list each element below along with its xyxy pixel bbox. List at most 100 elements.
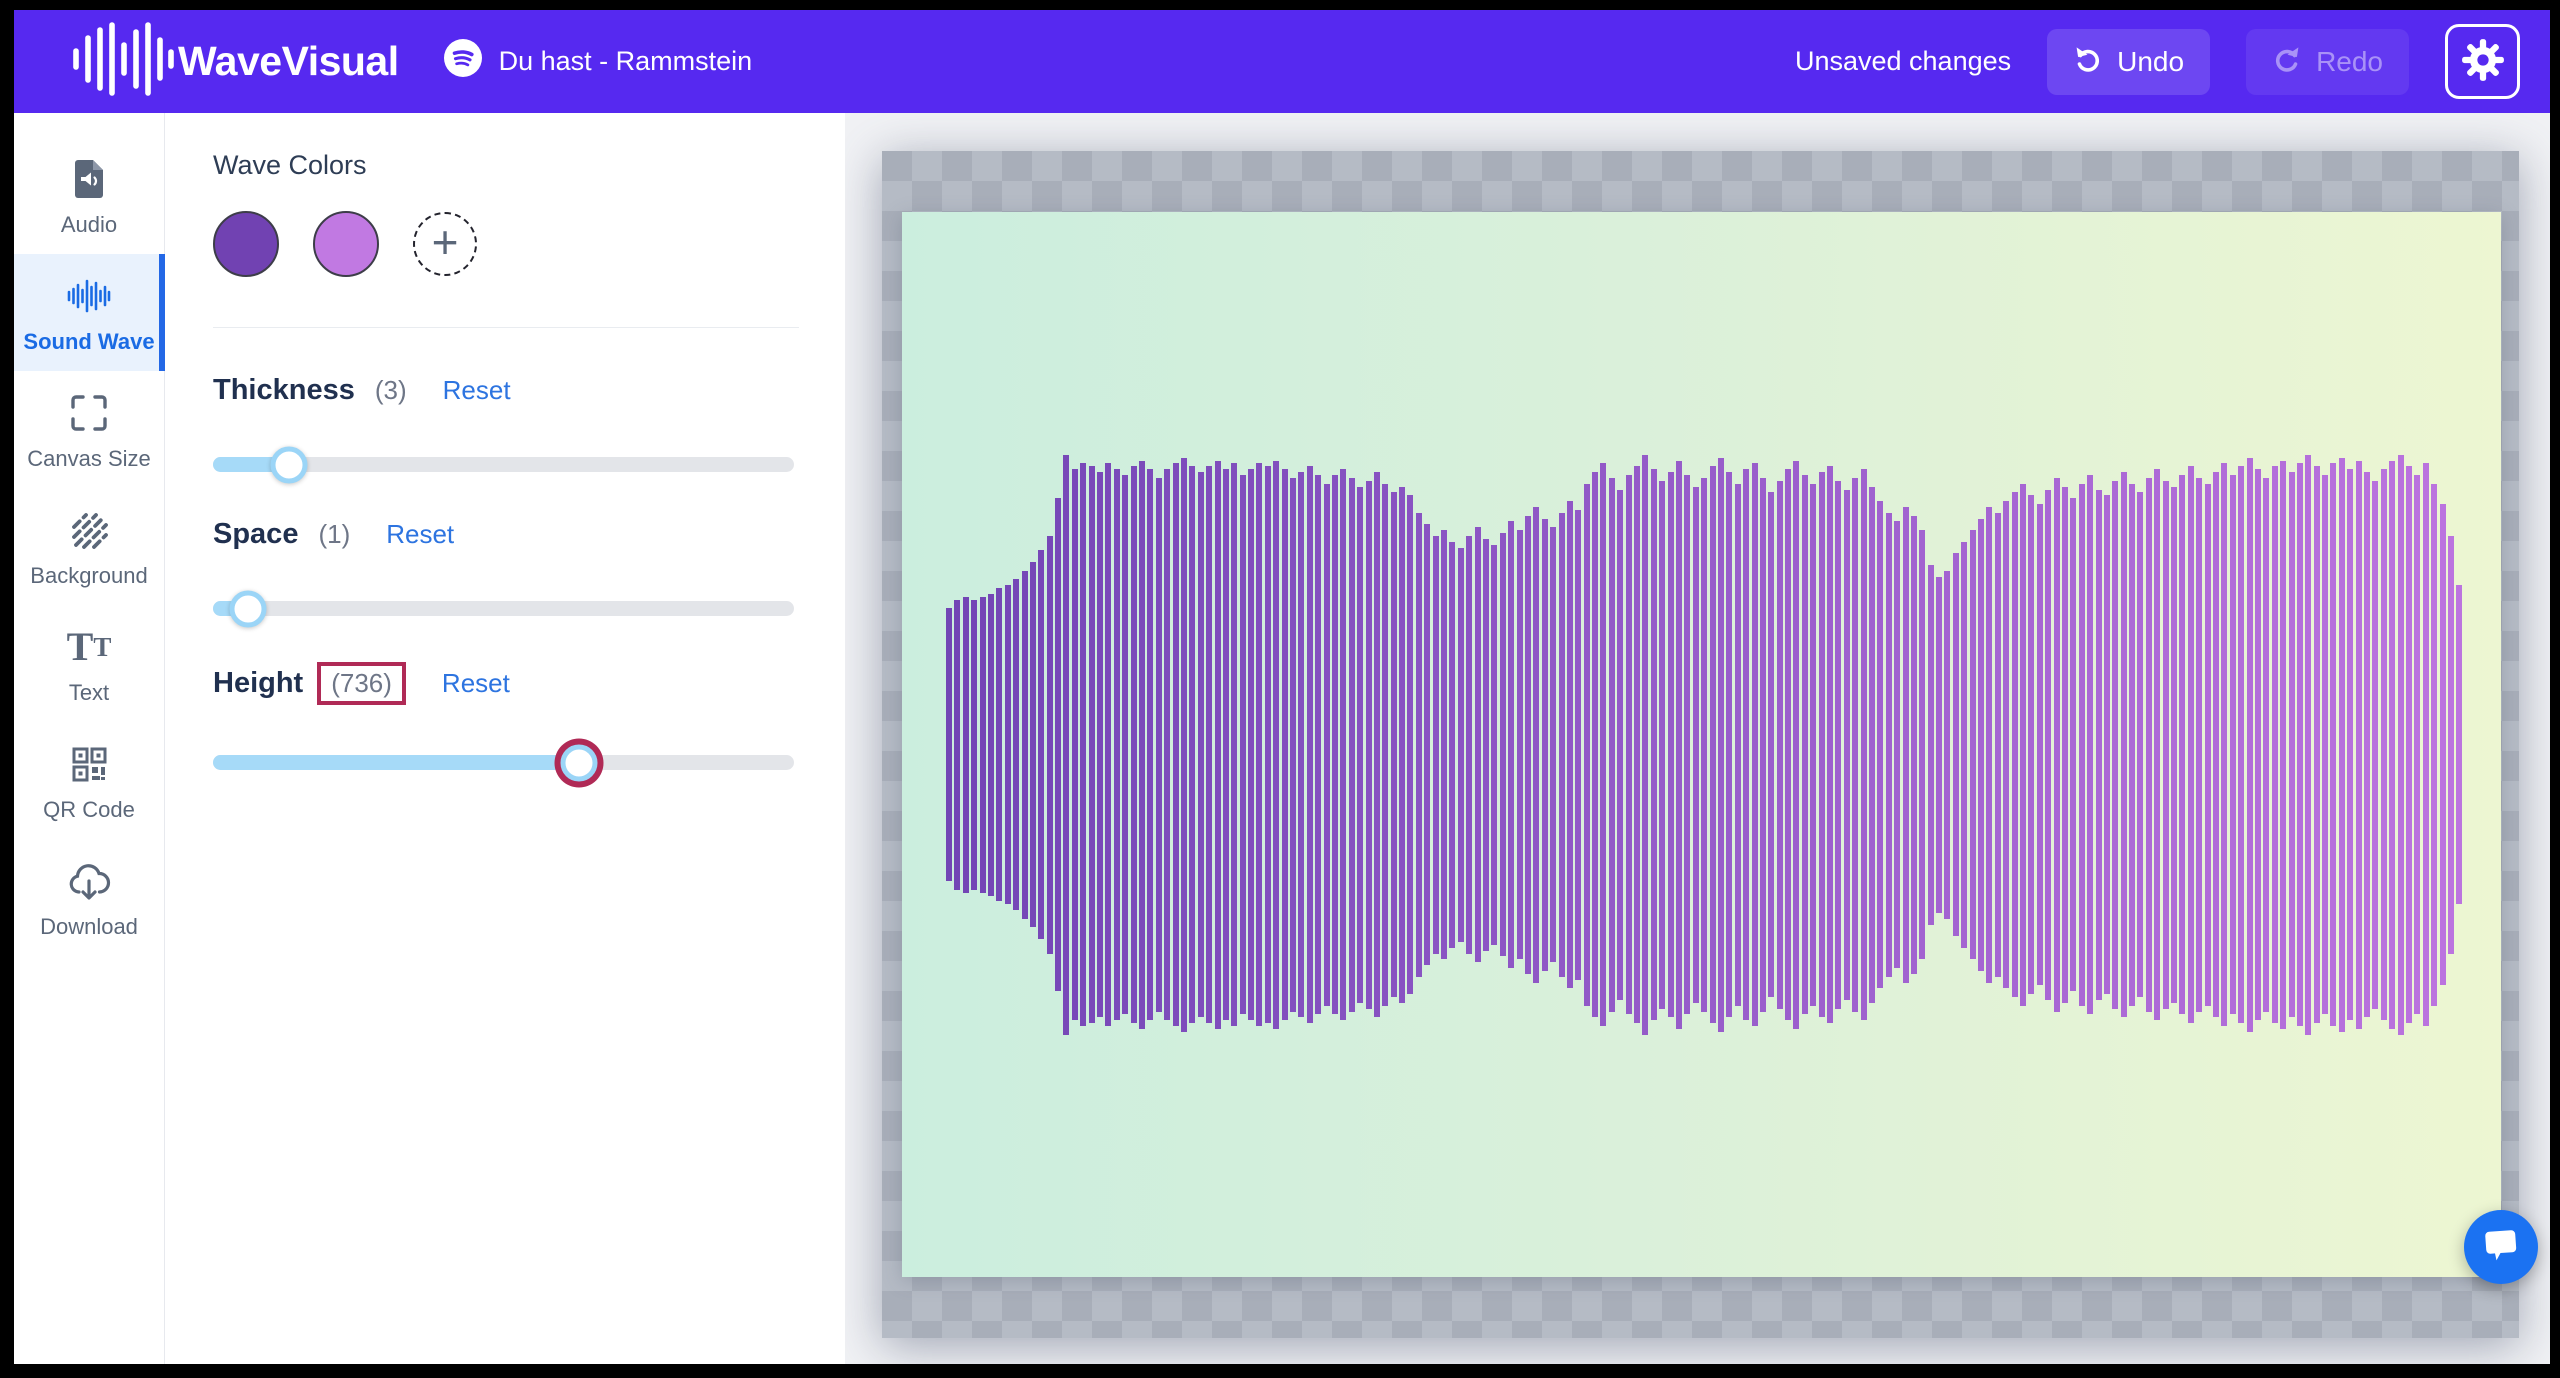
sidebar-item-sound-wave[interactable]: Sound Wave [14, 254, 164, 371]
waveform-bar [1256, 463, 1262, 1026]
sidebar-item-background[interactable]: Background [14, 488, 164, 605]
plus-icon: + [432, 219, 459, 265]
slider-track[interactable] [213, 601, 794, 616]
download-icon [66, 857, 112, 905]
waveform-bar [2255, 469, 2261, 1020]
reset-link[interactable]: Reset [442, 668, 510, 699]
slider-value-highlighted: (736) [317, 662, 406, 705]
redo-button[interactable]: Redo [2246, 29, 2409, 95]
add-color-button[interactable]: + [413, 212, 477, 276]
waveform-bar [1189, 466, 1195, 1023]
waveform-bar [1944, 571, 1950, 919]
sidebar-item-canvas-size[interactable]: Canvas Size [14, 371, 164, 488]
waveform-bar [2431, 484, 2437, 1006]
waveform-bar [1743, 469, 1749, 1020]
waveform-bar [2020, 484, 2026, 1006]
waveform-bar [1114, 469, 1120, 1020]
slider-label-row: Height(736)Reset [213, 662, 799, 705]
waveform-bar [1449, 542, 1455, 948]
slider-thumb[interactable] [230, 590, 267, 627]
waveform-bar [1567, 501, 1573, 988]
waveform-bar [1844, 490, 1850, 1000]
waveform-bar [1366, 481, 1372, 1009]
waveform-bar [1777, 481, 1783, 1009]
sidebar-item-label: QR Code [43, 797, 135, 823]
settings-button[interactable] [2445, 24, 2520, 99]
tool-sidebar: AudioSound WaveCanvas SizeBackgroundTTTe… [14, 113, 165, 1364]
waveform-bar [2037, 504, 2043, 985]
waveform-bar [1592, 472, 1598, 1017]
waveform-bar [988, 594, 994, 896]
waveform-bar [1441, 530, 1447, 959]
waveform-bar [2104, 495, 2110, 994]
reset-link[interactable]: Reset [386, 519, 454, 550]
undo-button[interactable]: Undo [2047, 29, 2210, 95]
brand-name: WaveVisual [178, 38, 399, 85]
waveform-bar [2045, 490, 2051, 1000]
waveform-bar [1198, 472, 1204, 1017]
waveform-bar [1584, 484, 1590, 1006]
waveform-bar [2062, 487, 2068, 1003]
waveform-bar [1105, 463, 1111, 1026]
waveform-bar [1122, 475, 1128, 1014]
waveform-bar [1768, 492, 1774, 997]
waveform-bar [1340, 469, 1346, 1020]
waveform-bar [1986, 507, 1992, 983]
text-icon: TT [67, 623, 112, 671]
sidebar-item-text[interactable]: TTText [14, 605, 164, 722]
panel-divider [213, 327, 799, 328]
waveform-bar [1240, 475, 1246, 1014]
waveform-bar [1063, 455, 1069, 1035]
chat-bubble-icon [2481, 1227, 2521, 1268]
waveform-bar [2154, 469, 2160, 1020]
slider-track[interactable] [213, 457, 794, 472]
slider-label-row: Thickness(3)Reset [213, 374, 799, 407]
waveform-bar [1508, 521, 1514, 968]
waveform-bar [1995, 513, 2001, 977]
waveform-bar [1542, 519, 1548, 971]
waveform-bar [2230, 475, 2236, 1014]
waveform-bar [1760, 478, 1766, 1012]
waveform-bar [1156, 478, 1162, 1012]
waveform-bar [2364, 472, 2370, 1017]
waveform-bar [1357, 487, 1363, 1003]
waveform-bar [980, 597, 986, 893]
reset-link[interactable]: Reset [443, 375, 511, 406]
waveform-bar [2330, 463, 2336, 1026]
canvas-size-icon [67, 389, 111, 437]
current-track: Du hast - Rammstein [443, 38, 753, 85]
waveform-bar [1324, 484, 1330, 1006]
design-canvas[interactable] [902, 212, 2501, 1277]
waveform-bar [1466, 536, 1472, 954]
slider-thumb[interactable] [561, 744, 598, 781]
slider-thumb[interactable] [271, 446, 308, 483]
waveform-bar [1877, 501, 1883, 988]
slider-group-thickness: Thickness(3)Reset [213, 374, 799, 472]
waveform-bar [2028, 495, 2034, 994]
waveform-bar [1089, 466, 1095, 1023]
waveform-bar [2129, 484, 2135, 1006]
slider-label-row: Space(1)Reset [213, 518, 799, 551]
waveform-bar [2297, 463, 2303, 1026]
waveform-bar [1852, 478, 1858, 1012]
waveform-bar [2221, 463, 2227, 1026]
waveform-bar [1676, 461, 1682, 1029]
chat-support-button[interactable] [2464, 1210, 2538, 1284]
sidebar-item-qr-code[interactable]: QR Code [14, 722, 164, 839]
slider-track[interactable] [213, 755, 794, 770]
audio-file-icon [67, 155, 111, 203]
waveform-bar [1668, 472, 1674, 1017]
wave-color-swatch[interactable] [313, 211, 379, 277]
brand[interactable]: WaveVisual [70, 21, 399, 102]
waveform-bar [1903, 507, 1909, 983]
sidebar-item-download[interactable]: Download [14, 839, 164, 956]
sidebar-item-audio[interactable]: Audio [14, 137, 164, 254]
redo-label: Redo [2316, 46, 2383, 78]
wave-color-swatch[interactable] [213, 211, 279, 277]
waveform-bar [1483, 539, 1489, 951]
waveform-bar [1533, 507, 1539, 983]
waveform-bar [2456, 585, 2462, 904]
waveform-bar [1282, 469, 1288, 1020]
waveform-bar [2087, 475, 2093, 1014]
selected-indicator [159, 254, 165, 371]
